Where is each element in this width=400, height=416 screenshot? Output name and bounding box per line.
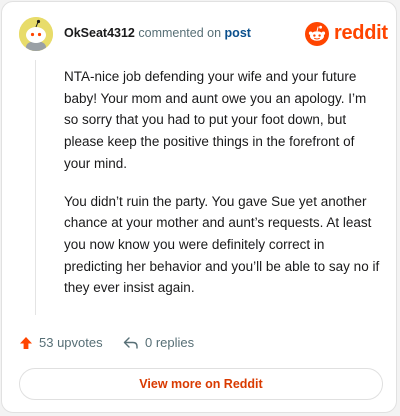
reddit-wordmark: reddit bbox=[334, 22, 388, 44]
comment-card: OkSeat4312 commented on post reddit NTA-… bbox=[1, 1, 397, 413]
reply-count: 0 replies bbox=[145, 335, 195, 350]
username-link[interactable]: OkSeat4312 bbox=[64, 26, 135, 40]
upvote-count: 53 upvotes bbox=[39, 335, 103, 350]
comment-meta: OkSeat4312 commented on post bbox=[64, 26, 251, 40]
comment-paragraph: NTA-nice job defending your wife and you… bbox=[64, 69, 367, 171]
reply-arrow-icon bbox=[123, 336, 138, 349]
post-link[interactable]: post bbox=[225, 26, 251, 40]
reddit-brand-link[interactable]: reddit bbox=[305, 20, 388, 48]
view-more-button[interactable]: View more on Reddit bbox=[19, 368, 383, 400]
view-more-label: View more on Reddit bbox=[139, 377, 263, 391]
comment-paragraph: You didn’t ruin the party. You gave Sue … bbox=[64, 193, 380, 296]
reddit-logo-icon bbox=[305, 22, 329, 46]
comment-header: OkSeat4312 commented on post reddit bbox=[19, 17, 388, 53]
comment-body: NTA-nice job defending your wife and you… bbox=[64, 66, 382, 315]
comment-actions: 53 upvotes 0 replies bbox=[19, 335, 379, 355]
thread-line bbox=[35, 60, 36, 315]
reply-button[interactable]: 0 replies bbox=[123, 335, 194, 350]
upvote-arrow-icon bbox=[20, 336, 32, 349]
snoo-avatar-icon bbox=[19, 17, 53, 51]
upvote-button[interactable]: 53 upvotes bbox=[19, 335, 103, 350]
user-avatar[interactable] bbox=[19, 17, 53, 51]
comment-action-text: commented on bbox=[138, 26, 222, 40]
